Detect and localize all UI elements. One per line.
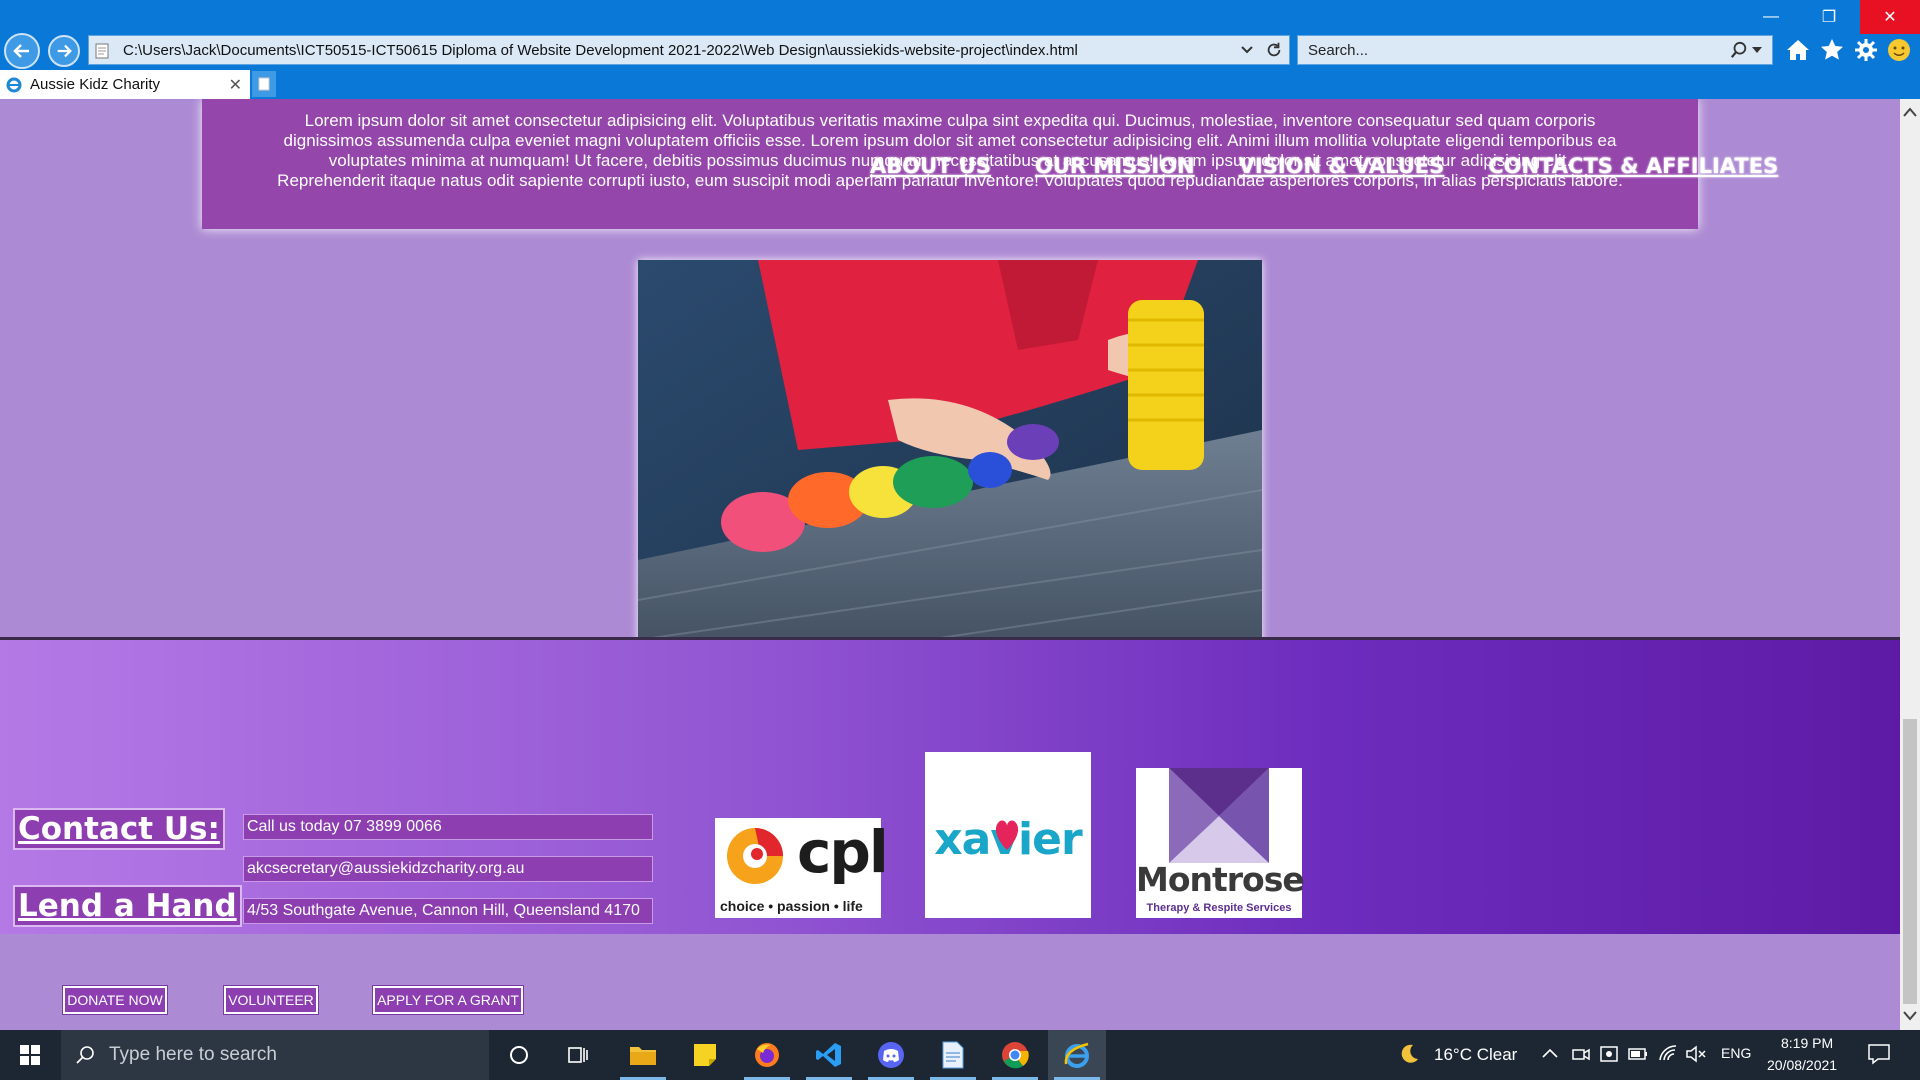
scroll-up-icon[interactable] <box>1903 107 1917 117</box>
wifi-icon[interactable] <box>1658 1044 1678 1062</box>
ie-favicon-icon <box>6 77 22 92</box>
forward-arrow-icon <box>57 44 72 58</box>
language-indicator[interactable]: ENG <box>1721 1045 1751 1061</box>
vertical-scrollbar[interactable] <box>1900 99 1920 1030</box>
discord-button[interactable] <box>862 1030 920 1080</box>
vscode-icon <box>816 1043 841 1067</box>
scroll-down-icon[interactable] <box>1903 1011 1917 1021</box>
montrose-tagline: Therapy & Respite Services <box>1146 902 1292 914</box>
tab-aussie-kidz[interactable]: Aussie Kidz Charity ✕ <box>0 70 250 99</box>
internet-explorer-icon <box>1064 1042 1089 1068</box>
lend-a-hand-link[interactable]: Lend a Hand <box>13 885 242 927</box>
intro-line: Lorem ipsum dolor sit amet consectetur a… <box>304 111 1596 130</box>
volunteer-button[interactable]: VOLUNTEER <box>223 985 319 1015</box>
settings-gear-icon[interactable] <box>1854 38 1878 62</box>
close-window-button[interactable]: ✕ <box>1860 0 1920 34</box>
phone-field: Call us today 07 3899 0066 <box>243 814 653 840</box>
cortana-circle-icon <box>510 1046 528 1064</box>
search-dropdown-icon[interactable] <box>1752 47 1762 53</box>
dropdown-icon[interactable] <box>1241 46 1253 54</box>
email-field[interactable]: akcsecretary@aussiekidzcharity.org.au <box>243 856 653 882</box>
nav-vision-values[interactable]: VISION & VALUES <box>1239 154 1445 178</box>
favorites-star-icon[interactable] <box>1820 38 1844 62</box>
intro-paragraph: Lorem ipsum dolor sit amet consectetur a… <box>247 111 1653 191</box>
nav-about-us[interactable]: ABOUT US <box>870 154 991 178</box>
internet-explorer-button[interactable] <box>1048 1030 1106 1080</box>
intro-line: dignissimos assumenda culpa eveniet magn… <box>283 131 1617 150</box>
battery-icon[interactable] <box>1628 1047 1648 1061</box>
tab-row: Aussie Kidz Charity ✕ <box>0 70 1920 99</box>
volume-muted-icon[interactable] <box>1686 1045 1706 1063</box>
home-icon[interactable] <box>1786 39 1810 61</box>
close-tab-icon[interactable]: ✕ <box>229 75 242 95</box>
search-icon <box>76 1046 94 1064</box>
main-nav: ABOUT US OUR MISSION VISION & VALUES CON… <box>870 154 1778 178</box>
cortana-button[interactable] <box>490 1030 548 1080</box>
cpl-logo[interactable]: cpl choice • passion • life <box>715 818 889 918</box>
xavier-logo[interactable]: xavier <box>925 752 1091 918</box>
sticky-note-icon <box>694 1044 716 1066</box>
file-explorer-button[interactable] <box>614 1030 672 1080</box>
tab-title[interactable]: Aussie Kidz Charity <box>30 76 229 93</box>
cpl-tagline: choice • passion • life <box>720 898 863 914</box>
moon-weather-icon <box>1401 1044 1418 1063</box>
cpl-emblem-icon <box>727 828 783 884</box>
apply-for-grant-button[interactable]: APPLY FOR A GRANT <box>372 985 524 1015</box>
address-row: C:\Users\Jack\Documents\ICT50515-ICT5061… <box>0 30 1920 72</box>
taskbar-search-box[interactable]: Type here to search <box>61 1030 489 1080</box>
weather-text[interactable]: 16°C Clear <box>1434 1045 1517 1065</box>
hero-photo-playdough <box>638 260 1262 674</box>
montrose-emblem-icon <box>1169 768 1269 863</box>
search-bar[interactable]: Search... <box>1297 35 1773 65</box>
nav-contacts-affiliates[interactable]: CONTACTS & AFFILIATES <box>1488 154 1778 178</box>
notepad-button[interactable] <box>924 1030 982 1080</box>
tray-app-icon[interactable] <box>1600 1045 1618 1063</box>
discord-icon <box>878 1042 904 1068</box>
clock-date[interactable]: 20/08/2021 <box>1767 1057 1837 1073</box>
taskbar-search-placeholder[interactable]: Type here to search <box>109 1044 277 1066</box>
chrome-button[interactable] <box>986 1030 1044 1080</box>
windows-logo-icon <box>20 1045 40 1065</box>
scroll-thumb[interactable] <box>1903 719 1917 1004</box>
back-arrow-icon <box>13 44 29 58</box>
intro-section: Lorem ipsum dolor sit amet consectetur a… <box>202 99 1778 229</box>
back-button[interactable] <box>4 33 40 69</box>
nav-our-mission[interactable]: OUR MISSION <box>1035 154 1195 178</box>
address-text[interactable]: C:\Users\Jack\Documents\ICT50515-ICT5061… <box>123 42 1241 59</box>
browser-chrome: — ❐ ✕ C:\Users\Jack\Documents\ICT50515-I… <box>0 0 1920 99</box>
donate-now-button[interactable]: DONATE NOW <box>62 985 168 1015</box>
clock-time[interactable]: 8:19 PM <box>1781 1035 1833 1051</box>
firefox-button[interactable] <box>738 1030 796 1080</box>
forward-button[interactable] <box>48 35 80 67</box>
windows-taskbar: Type here to search 16°C Clear ENG 8:19 … <box>0 1030 1920 1080</box>
contact-us-link[interactable]: Contact Us: <box>13 808 225 850</box>
search-icon[interactable] <box>1730 41 1748 59</box>
page-icon <box>95 43 109 59</box>
new-tab-button[interactable] <box>252 71 276 97</box>
cpl-wordmark: cpl <box>797 818 889 886</box>
notifications-icon[interactable] <box>1868 1043 1890 1065</box>
refresh-icon[interactable] <box>1265 41 1283 59</box>
meet-now-icon[interactable] <box>1572 1045 1590 1063</box>
feedback-smiley-icon[interactable] <box>1887 38 1911 62</box>
address-field: 4/53 Southgate Avenue, Cannon Hill, Quee… <box>243 898 653 924</box>
sticky-notes-button[interactable] <box>676 1030 734 1080</box>
minimize-button[interactable]: — <box>1748 0 1794 34</box>
vscode-button[interactable] <box>800 1030 858 1080</box>
new-tab-icon <box>258 77 270 91</box>
folder-icon <box>630 1047 656 1065</box>
firefox-icon <box>755 1043 779 1067</box>
document-icon <box>942 1041 964 1069</box>
address-bar[interactable]: C:\Users\Jack\Documents\ICT50515-ICT5061… <box>88 35 1290 65</box>
start-button[interactable] <box>0 1030 60 1080</box>
chevron-up-icon[interactable] <box>1542 1048 1558 1058</box>
search-placeholder[interactable]: Search... <box>1308 42 1730 59</box>
task-view-icon <box>568 1047 588 1063</box>
xavier-heart-icon <box>995 820 1019 850</box>
task-view-button[interactable] <box>550 1030 608 1080</box>
chrome-icon <box>1002 1042 1029 1069</box>
montrose-wordmark: Montrose <box>1136 860 1305 899</box>
montrose-logo[interactable]: Montrose Therapy & Respite Services <box>1136 768 1305 918</box>
restore-button[interactable]: ❐ <box>1806 0 1852 34</box>
